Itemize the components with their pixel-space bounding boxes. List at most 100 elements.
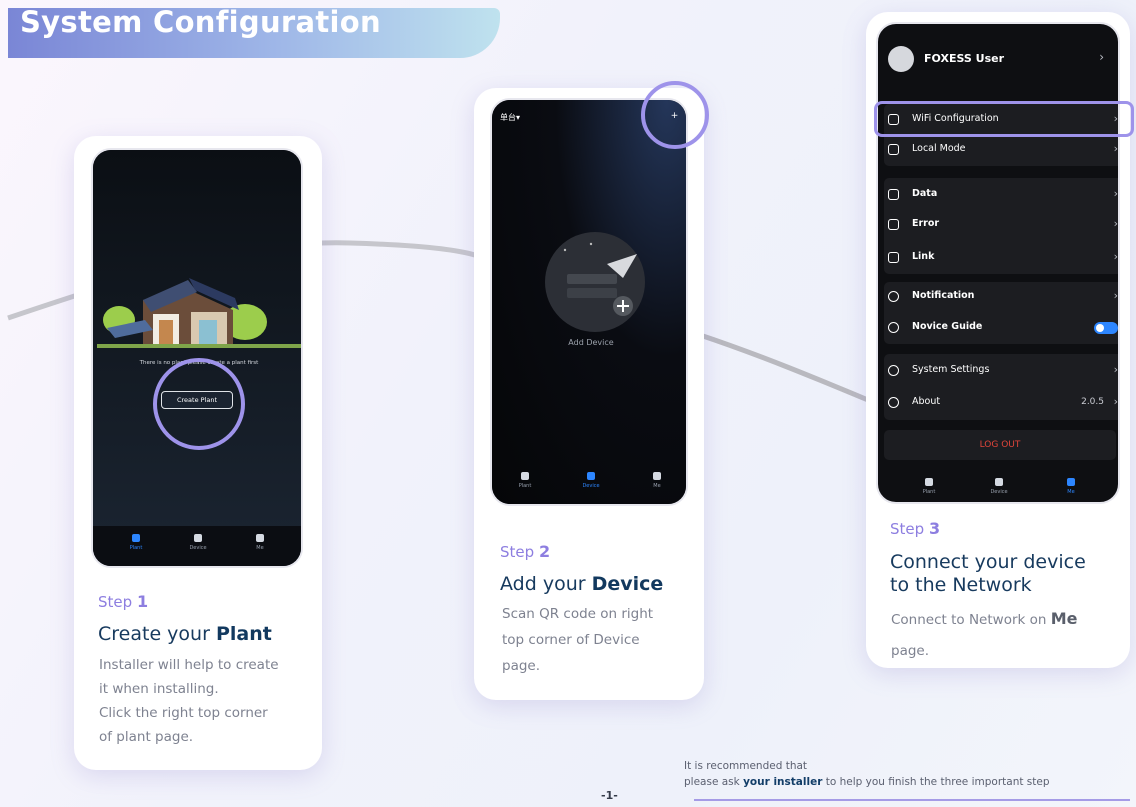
- menu-data-label: Data: [912, 188, 938, 199]
- nav-device-label: Device: [582, 483, 600, 489]
- plant-selector[interactable]: 单台▾: [500, 112, 520, 123]
- step3-heading-line: Connect your device: [890, 551, 1086, 573]
- footer-line2-prefix: please ask: [684, 776, 744, 788]
- info-icon: [888, 397, 899, 408]
- plant-icon: [132, 534, 140, 542]
- device-icon: [194, 534, 202, 542]
- nav-me[interactable]: Me: [1056, 478, 1086, 495]
- step1-desc-line: Click the right top corner: [99, 705, 268, 721]
- step1-heading-bold: Plant: [215, 623, 272, 645]
- app-version: 2.0.5: [1081, 397, 1104, 407]
- step1-desc-line: it when installing.: [99, 681, 219, 697]
- step2-desc-line: page.: [502, 658, 541, 674]
- add-device-illustration-icon: [545, 232, 645, 332]
- menu-about-label: About: [912, 396, 941, 407]
- menu-local-label: Local Mode: [912, 143, 966, 154]
- user-icon: [1067, 478, 1075, 486]
- user-icon: [256, 534, 264, 542]
- novice-guide-icon: [888, 322, 899, 333]
- notification-icon: [888, 291, 899, 302]
- data-icon: [888, 189, 899, 200]
- nav-me-label: Me: [1067, 489, 1075, 495]
- novice-guide-toggle[interactable]: [1094, 322, 1118, 334]
- footer-line1: It is recommended that: [684, 760, 808, 772]
- menu-error[interactable]: Error ›: [888, 216, 1118, 236]
- user-icon: [653, 472, 661, 480]
- step3-label: Step 3: [890, 519, 940, 538]
- menu-system-settings[interactable]: System Settings ›: [888, 362, 1118, 382]
- menu-notification-label: Notification: [912, 290, 975, 301]
- plant-icon: [925, 478, 933, 486]
- add-device-label: Add Device: [568, 338, 614, 347]
- plant-icon: [521, 472, 529, 480]
- nav-plant[interactable]: Plant: [510, 472, 540, 489]
- nav-device[interactable]: Device: [984, 478, 1014, 495]
- error-icon: [888, 219, 899, 230]
- step3-desc-bold: Me: [1050, 609, 1078, 628]
- page-title: System Configuration: [20, 5, 381, 39]
- page-number: -1-: [601, 789, 618, 802]
- step2-label-text: Step: [500, 543, 535, 561]
- footer-note: It is recommended that please ask your i…: [684, 758, 1050, 790]
- menu-about[interactable]: About 2.0.5 ›: [888, 394, 1118, 414]
- nav-plant[interactable]: Plant: [914, 478, 944, 495]
- footer-line2-bold: your installer: [743, 776, 823, 788]
- nav-plant-label: Plant: [518, 483, 532, 489]
- logout-button[interactable]: LOG OUT: [884, 430, 1116, 460]
- nav-me-label: Me: [256, 545, 264, 551]
- menu-novice-guide[interactable]: Novice Guide: [888, 319, 1118, 339]
- chevron-right-icon: ›: [1113, 250, 1118, 263]
- settings-icon: [888, 365, 899, 376]
- device-icon: [587, 472, 595, 480]
- step1-heading: Create your Plant: [98, 623, 272, 645]
- step3-description: Connect to Network on Me page.: [891, 603, 1125, 667]
- step3-desc-line: page.: [891, 643, 930, 659]
- plus-button-highlight: [641, 81, 709, 149]
- step2-label: Step 2: [500, 542, 550, 561]
- chevron-right-icon: ›: [1113, 395, 1118, 408]
- chevron-right-icon: ›: [1113, 187, 1118, 200]
- step3-heading: Connect your device to the Network: [890, 551, 1086, 597]
- menu-local-mode[interactable]: Local Mode ›: [888, 141, 1118, 161]
- step3-heading-line: to the Network: [890, 574, 1032, 596]
- step2-heading-bold: Device: [591, 573, 664, 595]
- nav-plant-label: Plant: [129, 545, 143, 551]
- nav-me[interactable]: Me: [642, 472, 672, 489]
- bottom-nav: Plant Device Me: [492, 464, 686, 504]
- nav-plant[interactable]: Plant: [121, 534, 151, 551]
- nav-me[interactable]: Me: [245, 534, 275, 551]
- step2-number: 2: [538, 542, 551, 561]
- avatar: [888, 46, 914, 72]
- nav-device-label: Device: [189, 545, 207, 551]
- step3-desc-prefix: Connect to Network on: [891, 612, 1051, 628]
- step3-number: 3: [928, 519, 941, 538]
- menu-novice-label: Novice Guide: [912, 321, 983, 332]
- nav-device[interactable]: Device: [183, 534, 213, 551]
- bottom-nav: Plant Device Me: [93, 526, 301, 566]
- footer-line2-suffix: to help you finish the three important s…: [822, 776, 1050, 788]
- step1-label: Step 1: [98, 592, 148, 611]
- user-header[interactable]: FOXESS User ›: [878, 24, 1118, 90]
- menu-data[interactable]: Data ›: [888, 186, 1118, 206]
- step1-desc-line: of plant page.: [99, 729, 194, 745]
- step2-phone: 单台▾ + Add Device Plant Device Me: [490, 98, 688, 506]
- menu-link[interactable]: Link ›: [888, 249, 1118, 269]
- local-mode-icon: [888, 144, 899, 155]
- chevron-right-icon: ›: [1099, 50, 1104, 64]
- step1-label-text: Step: [98, 593, 133, 611]
- step2-heading-prefix: Add your: [500, 573, 592, 595]
- create-plant-highlight: [153, 358, 245, 450]
- user-name: FOXESS User: [924, 52, 1005, 65]
- link-icon: [888, 252, 899, 263]
- step1-desc-line: Installer will help to create: [99, 657, 279, 673]
- step1-heading-prefix: Create your: [98, 623, 216, 645]
- chevron-right-icon: ›: [1113, 217, 1118, 230]
- step2-heading: Add your Device: [500, 573, 663, 595]
- step2-description: Scan QR code on right top corner of Devi…: [502, 601, 698, 679]
- step3-label-text: Step: [890, 520, 925, 538]
- chevron-right-icon: ›: [1113, 363, 1118, 376]
- nav-device[interactable]: Device: [576, 472, 606, 489]
- menu-notification[interactable]: Notification ›: [888, 288, 1118, 308]
- nav-me-label: Me: [653, 483, 661, 489]
- device-icon: [995, 478, 1003, 486]
